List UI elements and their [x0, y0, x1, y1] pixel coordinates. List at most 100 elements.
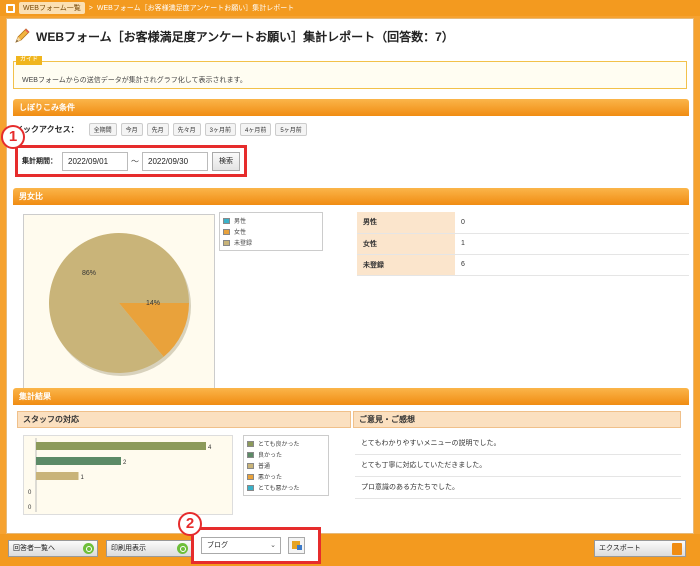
legend-label: 普通 [258, 464, 271, 470]
bar-value-label: 1 [81, 475, 85, 481]
period-tilde: ～ [131, 156, 139, 166]
gender-table-value: 0 [455, 212, 689, 234]
search-icon [83, 543, 94, 554]
quick-five-months-ago-button[interactable]: 5ヶ月前 [275, 123, 307, 136]
legend-item: 男性 [223, 215, 319, 226]
output-highlight: ブログ ⌄ [191, 527, 321, 564]
export-button[interactable]: エクスポート [594, 540, 686, 557]
legend-swatch-good [247, 451, 254, 458]
legend-item: とても良かった [247, 438, 325, 449]
list-item: プロ意識のある方たちでした。 [355, 477, 681, 499]
quick-access: イックアクセス： 全期間 今月 先月 先々月 3ヶ月前 4ヶ月前 5ヶ月前 [15, 123, 307, 136]
staff-legend: とても良かった 良かった 普通 悪かった とても悪かった [243, 435, 329, 496]
staff-response-header: スタッフの対応 [17, 411, 351, 428]
gender-section-header: 男女比 [13, 188, 689, 205]
guide-text: WEBフォームからの送信データが集計されグラフ化して表示されます。 [22, 77, 247, 84]
gender-table-label: 男性 [357, 212, 455, 234]
date-to-field[interactable]: 2022/09/30 [142, 151, 208, 171]
bar-0 [36, 442, 206, 450]
legend-label-female: 女性 [234, 230, 247, 236]
legend-item: 未登録 [223, 237, 319, 248]
opinions-list: とてもわかりやすいメニューの説明でした。 とても丁寧に対応していただきました。 … [355, 433, 681, 499]
period-label: 集計期間： [22, 158, 57, 165]
quick-last-month-button[interactable]: 先月 [146, 123, 169, 136]
apply-output-button[interactable] [288, 537, 305, 554]
legend-item: 普通 [247, 460, 325, 471]
export-icon [672, 543, 682, 555]
gender-table-label: 未登録 [357, 254, 455, 276]
legend-item: とても悪かった [247, 482, 325, 493]
legend-label: 悪かった [258, 475, 283, 481]
legend-label: とても悪かった [258, 486, 300, 492]
bar-value-label: 0 [28, 490, 32, 496]
annotation-badge-1: 1 [1, 125, 25, 149]
output-format-select[interactable]: ブログ ⌄ [201, 537, 281, 554]
search-button[interactable]: 検索 [212, 151, 240, 171]
legend-swatch-normal [247, 462, 254, 469]
home-icon[interactable] [6, 3, 15, 13]
gender-pie-svg: 86% 14% [49, 232, 191, 376]
gender-table-value: 6 [455, 254, 689, 276]
guide-tag: ガイド [16, 56, 43, 65]
guide-box: ガイド WEBフォームからの送信データが集計されグラフ化して表示されます。 [13, 56, 687, 89]
legend-item: 女性 [223, 226, 319, 237]
staff-bar-svg: 4 2 1 0 0 [28, 438, 212, 512]
page-header: WEBフォーム［お客様満足度アンケートお願い］集計レポート（回答数：7） [13, 25, 454, 47]
gender-table-value: 1 [455, 233, 689, 255]
staff-bar-chart: 4 2 1 0 0 [23, 435, 233, 515]
table-row: 女性 1 [357, 233, 689, 255]
bar-2 [36, 472, 79, 480]
legend-swatch-unregistered [223, 239, 230, 246]
breadcrumb-separator: > [88, 4, 93, 12]
report-panel: WEBフォーム［お客様満足度アンケートお願い］集計レポート（回答数：7） ガイド… [1, 18, 694, 534]
legend-swatch-very-bad [247, 484, 254, 491]
legend-label: とても良かった [258, 442, 300, 448]
period-highlight: 集計期間： 2022/09/01 ～ 2022/09/30 検索 [15, 145, 247, 177]
export-label: エクスポート [599, 545, 641, 552]
list-item: とてもわかりやすいメニューの説明でした。 [355, 433, 681, 455]
quick-this-month-button[interactable]: 今月 [120, 123, 143, 136]
legend-swatch-female [223, 228, 230, 235]
legend-item: 良かった [247, 449, 325, 460]
results-section-header: 集計結果 [13, 388, 689, 405]
filter-section-header: しぼりこみ条件 [13, 99, 689, 116]
gender-table-label: 女性 [357, 233, 455, 255]
legend-swatch-very-good [247, 440, 254, 447]
pie-label-major: 86% [82, 270, 96, 277]
gender-pie-chart: 86% 14% [23, 214, 215, 392]
legend-label: 良かった [258, 453, 283, 459]
breadcrumb-form-list-link[interactable]: WEBフォーム一覧 [19, 2, 85, 14]
quick-three-months-ago-button[interactable]: 3ヶ月前 [204, 123, 237, 136]
gender-table: 男性 0 女性 1 未登録 6 [357, 212, 689, 276]
gender-legend: 男性 女性 未登録 [219, 212, 323, 251]
bar-1 [36, 457, 121, 465]
breadcrumb: WEBフォーム一覧 > WEBフォーム［お客様満足度アンケートお願い］集計レポー… [0, 0, 700, 16]
legend-label-unregistered: 未登録 [234, 241, 253, 247]
quick-four-months-ago-button[interactable]: 4ヶ月前 [240, 123, 272, 136]
breadcrumb-current: WEBフォーム［お客様満足度アンケートお願い］集計レポート [96, 5, 295, 12]
search-icon [177, 543, 188, 554]
output-format-value: ブログ [207, 542, 228, 549]
page-title: WEBフォーム［お客様満足度アンケートお願い］集計レポート（回答数：7） [36, 29, 454, 44]
pencil-icon [15, 28, 30, 43]
bar-value-label: 0 [28, 505, 32, 511]
pie-label-minor: 14% [146, 300, 160, 307]
table-row: 男性 0 [357, 212, 689, 234]
print-view-label: 印刷用表示 [111, 545, 146, 552]
respondents-list-button[interactable]: 回答者一覧へ [8, 540, 98, 557]
chevron-down-icon: ⌄ [270, 542, 276, 549]
bar-value-label: 2 [123, 460, 127, 466]
respondents-list-label: 回答者一覧へ [13, 545, 55, 552]
table-row: 未登録 6 [357, 254, 689, 276]
list-item: とても丁寧に対応していただきました。 [355, 455, 681, 477]
print-view-button[interactable]: 印刷用表示 [106, 540, 192, 557]
opinions-header: ご意見・ご感想 [353, 411, 681, 428]
annotation-badge-2: 2 [178, 512, 202, 536]
quick-two-months-ago-button[interactable]: 先々月 [172, 123, 201, 136]
legend-label-male: 男性 [234, 219, 247, 225]
legend-swatch-bad [247, 473, 254, 480]
quick-all-button[interactable]: 全期間 [88, 123, 117, 136]
legend-swatch-male [223, 217, 230, 224]
bar-value-label: 4 [208, 445, 212, 451]
date-from-field[interactable]: 2022/09/01 [62, 151, 128, 171]
